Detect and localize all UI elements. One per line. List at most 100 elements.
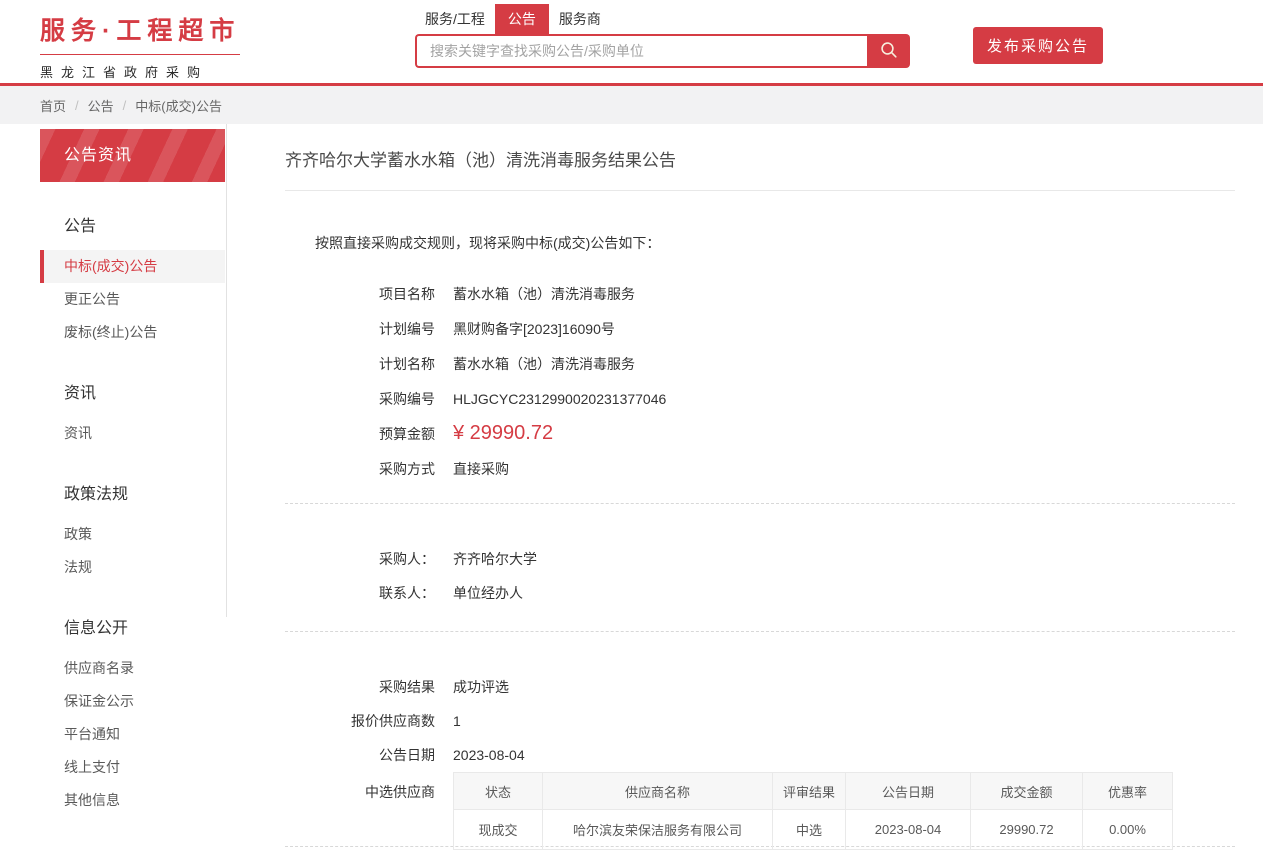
sidebar-group-info-disclosure: 信息公开 供应商名录 保证金公示 平台通知 线上支付 其他信息 <box>40 608 225 817</box>
sidebar-item-regulation[interactable]: 法规 <box>40 551 225 584</box>
breadcrumb-current: 中标(成交)公告 <box>135 96 222 115</box>
search-tabs: 服务/工程 公告 服务商 <box>415 4 910 34</box>
sidebar-group-news: 资讯 资讯 <box>40 373 225 450</box>
field-row-project-name: 项目名称 蓄水水箱（池）清洗消毒服务 <box>285 276 1235 311</box>
sidebar-group-title: 信息公开 <box>40 608 225 644</box>
sidebar-item-deposit-publicity[interactable]: 保证金公示 <box>40 685 225 718</box>
article-content: 齐齐哈尔大学蓄水水箱（池）清洗消毒服务结果公告 按照直接采购成交规则，现将采购中… <box>285 124 1235 853</box>
basic-fields: 项目名称 蓄水水箱（池）清洗消毒服务 计划编号 黑财购备字[2023]16090… <box>285 276 1235 486</box>
sidebar-item-online-payment[interactable]: 线上支付 <box>40 751 225 784</box>
sidebar-header: 公告资讯 <box>40 129 225 182</box>
col-deal-amount: 成交金额 <box>971 773 1083 810</box>
sidebar-group-title: 政策法规 <box>40 474 225 510</box>
field-label: 公告日期 <box>285 745 435 765</box>
field-value: 1 <box>453 713 461 729</box>
winner-table-header-row: 状态 供应商名称 评审结果 公告日期 成交金额 优惠率 <box>454 773 1173 810</box>
publish-announcement-button[interactable]: 发布采购公告 <box>973 27 1103 64</box>
site-logo-subtitle: 黑龙江省政府采购 <box>40 62 240 81</box>
sidebar-item-award-announcement[interactable]: 中标(成交)公告 <box>40 250 225 283</box>
field-value: HLJGCYC2312990020231377046 <box>453 391 666 407</box>
sidebar-item-platform-notice[interactable]: 平台通知 <box>40 718 225 751</box>
field-value: 齐齐哈尔大学 <box>453 549 537 569</box>
divider-dashed <box>285 631 1235 632</box>
winner-table: 状态 供应商名称 评审结果 公告日期 成交金额 优惠率 现成交 哈尔滨友荣保洁服… <box>453 772 1173 850</box>
cell-supplier-name: 哈尔滨友荣保洁服务有限公司 <box>543 810 773 850</box>
field-value: 2023-08-04 <box>453 747 525 763</box>
field-row-procurement-method: 采购方式 直接采购 <box>285 451 1235 486</box>
field-row-plan-name: 计划名称 蓄水水箱（池）清洗消毒服务 <box>285 346 1235 381</box>
col-status: 状态 <box>454 773 543 810</box>
divider-dashed <box>285 503 1235 504</box>
budget-amount-value: ¥ 29990.72 <box>453 422 553 445</box>
breadcrumb: 首页 / 公告 / 中标(成交)公告 <box>0 86 1263 124</box>
cell-deal-amount: 29990.72 <box>971 810 1083 850</box>
col-announcement-date: 公告日期 <box>846 773 971 810</box>
winner-supplier-row: 中选供应商 状态 供应商名称 评审结果 公告日期 成交金额 优惠率 <box>285 772 1235 806</box>
sidebar-group-policy: 政策法规 政策 法规 <box>40 474 225 584</box>
breadcrumb-announcement[interactable]: 公告 <box>88 96 114 115</box>
field-label: 联系人： <box>285 583 435 603</box>
field-label: 采购编号 <box>285 389 435 409</box>
field-value: 成功评选 <box>453 677 509 697</box>
site-logo-title: 服务·工程超市 <box>40 11 240 55</box>
field-label: 采购方式 <box>285 459 435 479</box>
page-title: 齐齐哈尔大学蓄水水箱（池）清洗消毒服务结果公告 <box>285 124 1235 191</box>
field-value: 蓄水水箱（池）清洗消毒服务 <box>453 354 635 374</box>
sidebar-item-policy[interactable]: 政策 <box>40 518 225 551</box>
cell-review-result: 中选 <box>773 810 846 850</box>
sidebar-item-news[interactable]: 资讯 <box>40 417 225 450</box>
field-label: 预算金额 <box>285 424 435 444</box>
field-row-quote-supplier-count: 报价供应商数 1 <box>285 704 1235 738</box>
cell-discount-rate: 0.00% <box>1083 810 1173 850</box>
field-value: 直接采购 <box>453 459 509 479</box>
sidebar-item-cancel-announcement[interactable]: 废标(终止)公告 <box>40 316 225 349</box>
field-label: 项目名称 <box>285 284 435 304</box>
field-value: 蓄水水箱（池）清洗消毒服务 <box>453 284 635 304</box>
result-fields: 采购结果 成功评选 报价供应商数 1 公告日期 2023-08-04 中选供应商 <box>285 649 1235 827</box>
winner-table-row: 现成交 哈尔滨友荣保洁服务有限公司 中选 2023-08-04 29990.72… <box>454 810 1173 850</box>
sidebar-group-title: 资讯 <box>40 373 225 409</box>
field-row-contact-person: 联系人： 单位经办人 <box>285 576 1235 610</box>
sidebar-item-correction-announcement[interactable]: 更正公告 <box>40 283 225 316</box>
sidebar: 公告资讯 公告 中标(成交)公告 更正公告 废标(终止)公告 资讯 资讯 政策法… <box>40 124 225 853</box>
search-input[interactable] <box>415 34 867 68</box>
article-intro: 按照直接采购成交规则，现将采购中标(成交)公告如下： <box>315 233 1235 253</box>
sidebar-group-title: 公告 <box>40 206 225 242</box>
col-supplier-name: 供应商名称 <box>543 773 773 810</box>
col-discount-rate: 优惠率 <box>1083 773 1173 810</box>
cell-status: 现成交 <box>454 810 543 850</box>
contact-fields: 采购人： 齐齐哈尔大学 联系人： 单位经办人 <box>285 521 1235 631</box>
field-value: 黑财购备字[2023]16090号 <box>453 319 615 339</box>
field-label: 计划名称 <box>285 354 435 374</box>
field-label: 报价供应商数 <box>285 711 435 731</box>
sidebar-item-other-info[interactable]: 其他信息 <box>40 784 225 817</box>
field-label: 计划编号 <box>285 319 435 339</box>
main-area: 公告资讯 公告 中标(成交)公告 更正公告 废标(终止)公告 资讯 资讯 政策法… <box>0 124 1263 853</box>
field-label: 中选供应商 <box>285 772 435 802</box>
breadcrumb-separator: / <box>123 98 127 113</box>
field-label: 采购人： <box>285 549 435 569</box>
sidebar-group-announcement: 公告 中标(成交)公告 更正公告 废标(终止)公告 <box>40 206 225 349</box>
cell-announcement-date: 2023-08-04 <box>846 810 971 850</box>
search-bar <box>415 34 910 68</box>
field-row-procurement-result: 采购结果 成功评选 <box>285 670 1235 704</box>
search-button[interactable] <box>867 34 910 68</box>
field-label: 采购结果 <box>285 677 435 697</box>
tab-announcement[interactable]: 公告 <box>495 4 549 34</box>
field-row-budget-amount: 预算金额 ¥ 29990.72 <box>285 416 1235 451</box>
sidebar-item-supplier-directory[interactable]: 供应商名录 <box>40 652 225 685</box>
search-area: 服务/工程 公告 服务商 <box>415 4 910 68</box>
site-logo: 服务·工程超市 黑龙江省政府采购 <box>40 11 240 81</box>
field-row-announcement-date: 公告日期 2023-08-04 <box>285 738 1235 772</box>
field-row-purchaser: 采购人： 齐齐哈尔大学 <box>285 542 1235 576</box>
site-header: 服务·工程超市 黑龙江省政府采购 服务/工程 公告 服务商 发布采购公告 <box>0 0 1263 86</box>
breadcrumb-home[interactable]: 首页 <box>40 96 66 115</box>
field-row-plan-number: 计划编号 黑财购备字[2023]16090号 <box>285 311 1235 346</box>
magnifier-icon <box>879 40 899 63</box>
field-row-procurement-number: 采购编号 HLJGCYC2312990020231377046 <box>285 381 1235 416</box>
tab-service-project[interactable]: 服务/工程 <box>415 4 495 34</box>
breadcrumb-separator: / <box>75 98 79 113</box>
col-review-result: 评审结果 <box>773 773 846 810</box>
tab-supplier[interactable]: 服务商 <box>549 4 611 34</box>
field-value: 单位经办人 <box>453 583 523 603</box>
